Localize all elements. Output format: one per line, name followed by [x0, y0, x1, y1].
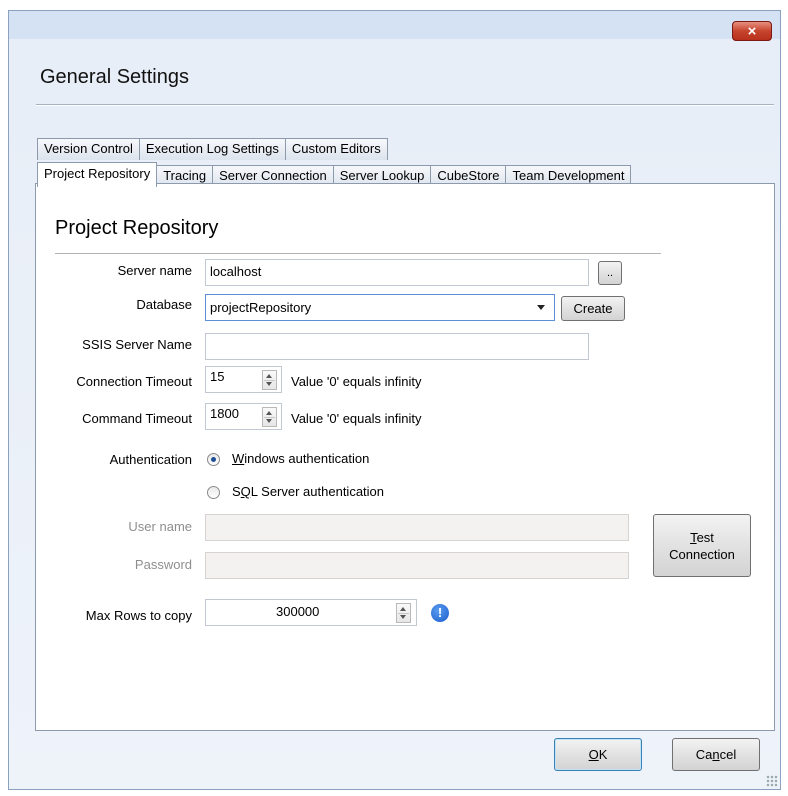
project-repository-panel: Project Repository Server name localhost…	[35, 183, 775, 731]
info-icon[interactable]: !	[431, 604, 449, 622]
windows-auth-radio[interactable]	[207, 453, 220, 466]
tab-project-repository[interactable]: Project Repository	[37, 162, 158, 187]
resize-grip-icon[interactable]	[766, 775, 778, 787]
server-name-label: Server name	[117, 263, 192, 278]
ssis-server-name-input[interactable]	[205, 333, 589, 360]
tab-custom-editors[interactable]: Custom Editors	[284, 138, 388, 160]
password-label: Password	[134, 557, 192, 572]
user-name-input[interactable]	[205, 514, 629, 541]
tab-execution-log-settings[interactable]: Execution Log Settings	[138, 138, 286, 160]
windows-auth-label[interactable]: Windows authentication	[232, 451, 369, 466]
command-timeout-hint: Value '0' equals infinity	[291, 411, 422, 426]
max-rows-label: Max Rows to copy	[85, 608, 192, 623]
panel-title: Project Repository	[55, 217, 219, 239]
database-label: Database	[136, 297, 192, 312]
spinner-down-icon	[400, 615, 406, 619]
browse-server-button[interactable]: ..	[598, 261, 622, 285]
panel-divider	[55, 253, 661, 254]
connection-timeout-label: Connection Timeout	[76, 374, 192, 389]
close-button[interactable]: ×	[732, 21, 772, 41]
authentication-label: Authentication	[109, 452, 192, 467]
password-input[interactable]	[205, 552, 629, 579]
test-connection-line1: Test	[690, 529, 714, 545]
ok-button[interactable]: OK	[554, 738, 642, 771]
spinner-down-icon	[266, 419, 272, 423]
user-name-label: User name	[128, 519, 192, 534]
connection-timeout-value: 15	[210, 369, 225, 384]
create-button-label: Create	[573, 301, 613, 316]
spinner-down-icon	[266, 382, 272, 386]
create-button[interactable]: Create	[561, 296, 625, 321]
max-rows-spin-buttons[interactable]	[396, 603, 411, 623]
tab-version-control[interactable]: Version Control	[37, 138, 140, 160]
connection-timeout-spinner[interactable]: 15	[205, 366, 282, 393]
max-rows-spinner[interactable]: 300000	[205, 599, 417, 626]
connection-timeout-spin-buttons[interactable]	[262, 370, 277, 390]
ok-button-label: OK	[588, 747, 608, 762]
command-timeout-spin-buttons[interactable]	[262, 407, 277, 427]
spinner-up-icon	[266, 411, 272, 415]
dropdown-caret-icon	[537, 305, 545, 310]
command-timeout-spinner[interactable]: 1800	[205, 403, 282, 430]
general-settings-dialog: × General Settings Version Control Execu…	[8, 10, 781, 790]
command-timeout-value: 1800	[210, 406, 239, 421]
database-value: projectRepository	[210, 300, 312, 315]
sql-auth-label[interactable]: SQL Server authentication	[232, 484, 384, 499]
server-name-input[interactable]: localhost	[205, 259, 589, 286]
sql-auth-radio[interactable]	[207, 486, 220, 499]
spinner-up-icon	[400, 607, 406, 611]
spinner-up-icon	[266, 374, 272, 378]
test-connection-line2: Connection	[669, 546, 735, 562]
database-select[interactable]: projectRepository	[205, 294, 555, 321]
connection-timeout-hint: Value '0' equals infinity	[291, 374, 422, 389]
cancel-button-label: Cancel	[695, 747, 737, 762]
close-icon: ×	[747, 22, 757, 40]
test-connection-button[interactable]: Test Connection	[653, 514, 751, 577]
heading-divider	[36, 104, 774, 106]
browse-button-label: ..	[606, 267, 614, 279]
cancel-button[interactable]: Cancel	[672, 738, 760, 771]
ssis-server-name-label: SSIS Server Name	[82, 337, 192, 352]
dialog-heading: General Settings	[40, 66, 189, 88]
max-rows-value: 300000	[276, 604, 320, 619]
tab-row-1: Version Control Execution Log Settings C…	[37, 138, 388, 160]
command-timeout-label: Command Timeout	[82, 411, 192, 426]
